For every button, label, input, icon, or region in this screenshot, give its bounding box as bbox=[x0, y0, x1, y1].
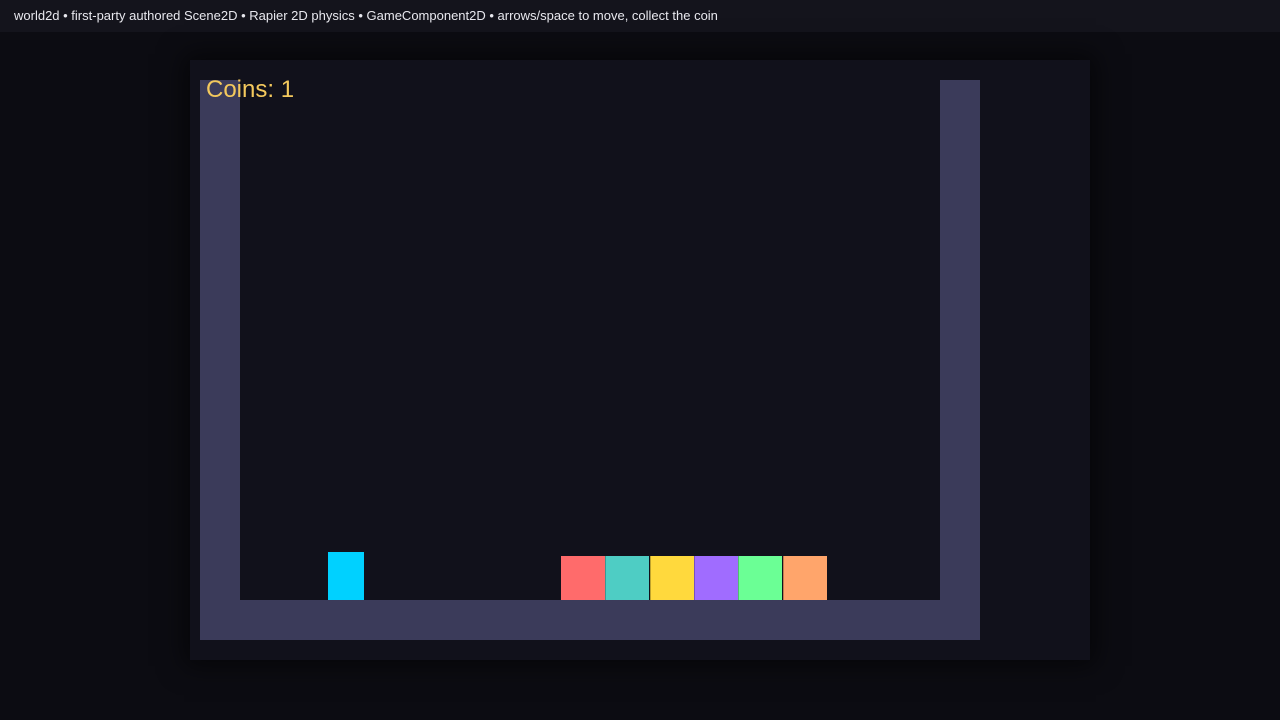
crate-block bbox=[693, 556, 738, 600]
crate-block bbox=[782, 556, 827, 600]
player-character bbox=[328, 552, 364, 600]
right-wall bbox=[940, 80, 980, 640]
floor bbox=[200, 600, 980, 640]
crate-block bbox=[649, 556, 694, 600]
left-wall bbox=[200, 80, 240, 640]
coins-counter: Coins: 1 bbox=[206, 76, 295, 103]
game-canvas[interactable]: Coins: 1 bbox=[190, 60, 1090, 660]
title-bar: world2d • first-party authored Scene2D •… bbox=[0, 0, 1280, 32]
crate-block bbox=[605, 556, 650, 600]
crate-block bbox=[738, 556, 783, 600]
crate-block bbox=[561, 556, 605, 600]
